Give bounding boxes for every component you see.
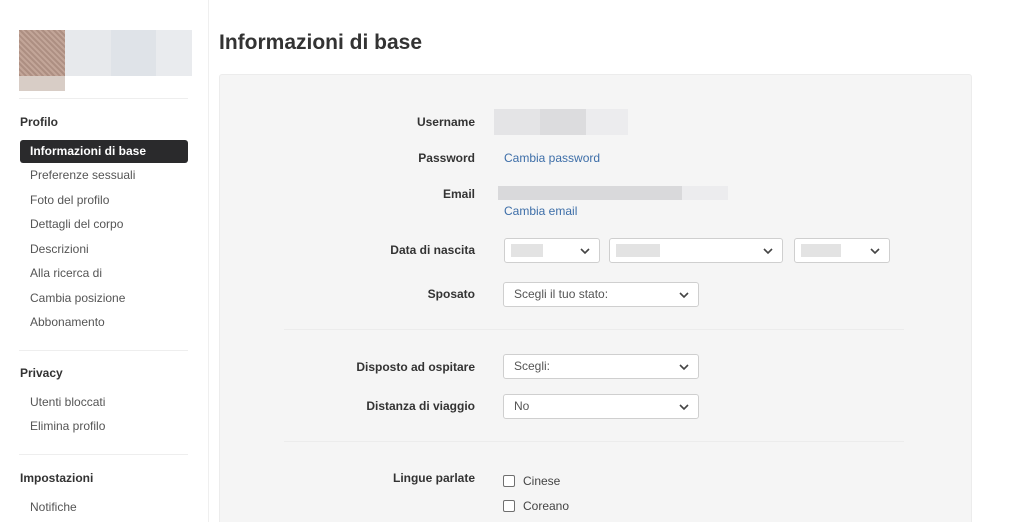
travel-select-value: No [514, 399, 530, 413]
avatar-photo-tile [19, 76, 65, 91]
birth-day-select[interactable] [504, 238, 600, 263]
username-value-redacted [494, 109, 540, 135]
sidebar: Profilo Informazioni di base Preferenze … [0, 0, 209, 522]
chevron-down-icon [679, 404, 689, 411]
sidebar-item-elimina-profilo[interactable]: Elimina profilo [20, 415, 188, 438]
chevron-down-icon [580, 248, 590, 255]
sidebar-divider [19, 454, 188, 455]
birth-month-select[interactable] [609, 238, 783, 263]
sidebar-item-utenti-bloccati[interactable]: Utenti bloccati [20, 391, 188, 414]
birth-month-value-redacted [616, 244, 660, 257]
sidebar-item-preferenze-sessuali[interactable]: Preferenze sessuali [20, 164, 188, 187]
avatar-photo-tile [65, 30, 111, 76]
section-separator [284, 441, 904, 442]
travel-label: Distanza di viaggio [366, 399, 475, 413]
chevron-down-icon [679, 364, 689, 371]
password-label: Password [418, 151, 475, 165]
page-title: Informazioni di base [219, 31, 423, 54]
language-option-label: Coreano [523, 499, 570, 513]
chevron-down-icon [870, 248, 880, 255]
email-label: Email [442, 187, 475, 201]
sidebar-item-dettagli-del-corpo[interactable]: Dettagli del corpo [20, 213, 188, 236]
chevron-down-icon [679, 292, 689, 299]
sidebar-item-notifiche[interactable]: Notifiche [20, 496, 188, 519]
birth-year-select[interactable] [794, 238, 890, 263]
avatar[interactable] [19, 30, 192, 91]
travel-distance-select[interactable]: No [503, 394, 699, 419]
sidebar-item-foto-del-profilo[interactable]: Foto del profilo [20, 189, 188, 212]
married-label: Sposato [427, 287, 475, 301]
sidebar-item-informazioni-di-base[interactable]: Informazioni di base [20, 140, 188, 163]
section-title-impostazioni: Impostazioni [20, 471, 94, 485]
birth-day-value-redacted [511, 244, 543, 257]
username-value-redacted [540, 109, 586, 135]
sidebar-divider [19, 350, 188, 351]
sidebar-divider [19, 98, 188, 99]
languages-label: Lingue parlate [392, 471, 475, 485]
sidebar-item-descrizioni[interactable]: Descrizioni [20, 238, 188, 261]
married-select-value: Scegli il tuo stato: [514, 287, 609, 301]
host-label: Disposto ad ospitare [356, 360, 475, 374]
married-select[interactable]: Scegli il tuo stato: [503, 282, 699, 307]
sidebar-item-alla-ricerca-di[interactable]: Alla ricerca di [20, 262, 188, 285]
birth-year-value-redacted [801, 244, 841, 257]
email-value-redacted [682, 186, 728, 200]
username-label: Username [416, 115, 475, 129]
avatar-photo-tile [111, 30, 156, 76]
change-password-link[interactable]: Cambia password [504, 151, 600, 165]
section-title-privacy: Privacy [20, 366, 63, 380]
sidebar-item-cambia-posizione[interactable]: Cambia posizione [20, 287, 188, 310]
sidebar-item-abbonamento[interactable]: Abbonamento [20, 311, 188, 334]
host-select-value: Scegli: [514, 359, 551, 373]
change-email-link[interactable]: Cambia email [504, 204, 577, 218]
birthdate-label: Data di nascita [390, 243, 475, 257]
section-separator [284, 329, 904, 330]
language-option-label: Cinese [523, 474, 561, 488]
email-value-redacted [498, 186, 682, 200]
section-title-profilo: Profilo [20, 115, 58, 129]
username-value-redacted [586, 109, 628, 135]
avatar-photo-tile [19, 30, 65, 76]
host-select[interactable]: Scegli: [503, 354, 699, 379]
checkbox-icon[interactable] [503, 475, 515, 487]
avatar-photo-tile [156, 30, 192, 76]
chevron-down-icon [763, 248, 773, 255]
checkbox-icon[interactable] [503, 500, 515, 512]
